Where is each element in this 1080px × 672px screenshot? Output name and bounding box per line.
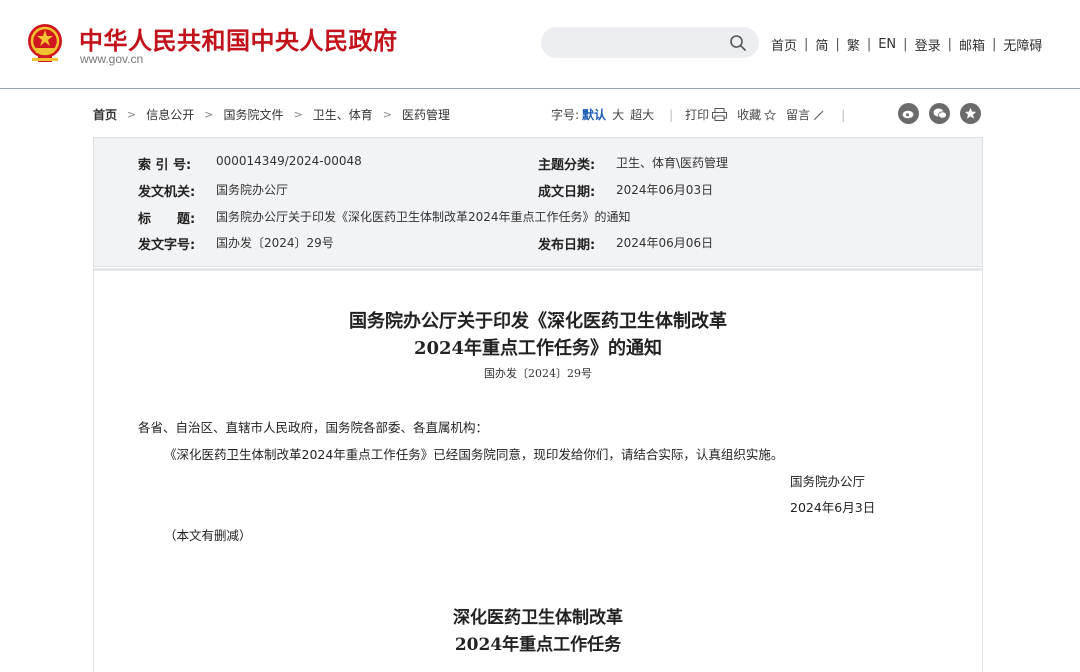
category-label: 主题分类: [538, 158, 596, 173]
divider: | [669, 107, 674, 122]
article-body: 国务院办公厅关于印发《深化医药卫生体制改革 2024年重点工作任务》的通知 国办… [93, 268, 983, 672]
info-docno-row: 发文字号: 国办发〔2024〕29号 [138, 234, 334, 253]
created-date-value: 2024年06月03日 [616, 183, 714, 197]
edit-note: （本文有删减） [164, 528, 252, 543]
link-home[interactable]: 首页 [771, 35, 797, 54]
search-input[interactable] [541, 27, 721, 58]
national-emblem-icon[interactable] [26, 22, 64, 64]
doc-number-label: 发文字号: [138, 238, 196, 253]
info-index-row: 索 引 号: 000014349/2024-00048 [138, 154, 362, 173]
search-icon[interactable] [729, 34, 747, 52]
chevron-right-icon: > [382, 108, 392, 121]
signature-date: 2024年6月3日 [790, 500, 876, 515]
info-published-row: 发布日期: 2024年06月06日 [538, 234, 713, 253]
divider: | [947, 37, 952, 52]
title-label: 标 题: [138, 212, 196, 227]
link-traditional[interactable]: 繁 [847, 35, 860, 54]
breadcrumb-bar: 首页 > 信息公开 > 国务院文件 > 卫生、体育 > 医药管理 字号: 默认 … [0, 90, 1080, 136]
link-mailbox[interactable]: 邮箱 [959, 35, 985, 54]
site-title[interactable]: 中华人民共和国中央人民政府 [79, 21, 398, 56]
font-size-default[interactable]: 默认 [582, 106, 606, 123]
info-issuer-row: 发文机关: 国务院办公厅 [138, 181, 288, 200]
created-date-label: 成文日期: [538, 185, 596, 200]
index-label: 索 引 号: [138, 158, 192, 173]
body-paragraph: 《深化医药卫生体制改革2024年重点工作任务》已经国务院同意，现印发给你们，请结… [164, 447, 784, 462]
document-info-panel: 索 引 号: 000014349/2024-00048 主题分类: 卫生、体育\… [93, 137, 983, 267]
link-login[interactable]: 登录 [915, 35, 941, 54]
breadcrumb: 首页 > 信息公开 > 国务院文件 > 卫生、体育 > 医药管理 [93, 106, 450, 123]
issuer-value: 国务院办公厅 [216, 183, 289, 197]
published-date-value: 2024年06月06日 [616, 236, 714, 250]
breadcrumb-health-sports[interactable]: 卫生、体育 [313, 106, 373, 123]
font-size-xlarge[interactable]: 超大 [630, 106, 654, 123]
title-value: 国务院办公厅关于印发《深化医药卫生体制改革2024年重点工作任务》的通知 [216, 210, 631, 224]
chevron-right-icon: > [293, 108, 303, 121]
doc-number-value: 国办发〔2024〕29号 [216, 236, 334, 250]
weibo-icon[interactable] [898, 103, 919, 124]
attachment-title-line-1: 深化医药卫生体制改革 [453, 608, 623, 628]
divider: | [903, 37, 908, 52]
pencil-icon[interactable] [813, 109, 825, 121]
attachment-title-line-2: 2024年重点工作任务 [454, 635, 622, 655]
top-links: 首页 | 简 | 繁 | EN | 登录 | 邮箱 | 无障碍 [771, 35, 1042, 54]
search-box [541, 27, 759, 58]
divider: | [804, 37, 809, 52]
chevron-right-icon: > [204, 108, 214, 121]
article-doc-number: 国办发〔2024〕29号 [484, 367, 592, 380]
category-value: 卫生、体育\医药管理 [616, 156, 729, 170]
breadcrumb-medicine-management[interactable]: 医药管理 [402, 106, 450, 123]
signature: 国务院办公厅 [790, 474, 866, 489]
issuer-label: 发文机关: [138, 185, 196, 200]
page-tools: 字号: 默认 大 超大 | 打印 收藏 留言 | [551, 106, 857, 123]
print-label[interactable]: 打印 [685, 106, 709, 123]
comment-label[interactable]: 留言 [786, 106, 810, 123]
breadcrumb-info-public[interactable]: 信息公开 [146, 106, 194, 123]
info-title-row: 标 题: 国务院办公厅关于印发《深化医药卫生体制改革2024年重点工作任务》的通… [138, 208, 631, 227]
salutation: 各省、自治区、直辖市人民政府，国务院各部委、各直属机构： [138, 420, 489, 435]
info-category-row: 主题分类: 卫生、体育\医药管理 [538, 154, 728, 173]
font-size-large[interactable]: 大 [612, 106, 624, 123]
link-accessibility[interactable]: 无障碍 [1003, 35, 1042, 54]
divider: | [841, 107, 846, 122]
article-title-line-1: 国务院办公厅关于印发《深化医药卫生体制改革 [349, 311, 727, 332]
favorite-star-icon[interactable] [960, 103, 981, 124]
breadcrumb-state-council-docs[interactable]: 国务院文件 [223, 106, 283, 123]
site-url[interactable]: www.gov.cn [80, 52, 143, 66]
link-simplified[interactable]: 简 [815, 35, 828, 54]
breadcrumb-home[interactable]: 首页 [93, 106, 117, 123]
chevron-right-icon: > [127, 108, 137, 121]
published-date-label: 发布日期: [538, 238, 596, 253]
font-size-label: 字号: [551, 108, 580, 122]
index-value: 000014349/2024-00048 [216, 154, 362, 168]
article-title-line-2: 2024年重点工作任务》的通知 [413, 338, 663, 359]
favorite-label[interactable]: 收藏 [737, 106, 761, 123]
info-created-row: 成文日期: 2024年06月03日 [538, 181, 713, 200]
divider: | [991, 37, 997, 52]
printer-icon[interactable] [712, 108, 728, 121]
site-header: 中华人民共和国中央人民政府 www.gov.cn 首页 | 简 | 繁 | EN… [0, 0, 1080, 89]
star-outline-icon[interactable] [764, 108, 777, 121]
link-english[interactable]: EN [878, 37, 896, 52]
divider: | [866, 37, 872, 52]
share-icons [898, 103, 981, 124]
wechat-icon[interactable] [929, 103, 950, 124]
divider: | [835, 37, 840, 52]
